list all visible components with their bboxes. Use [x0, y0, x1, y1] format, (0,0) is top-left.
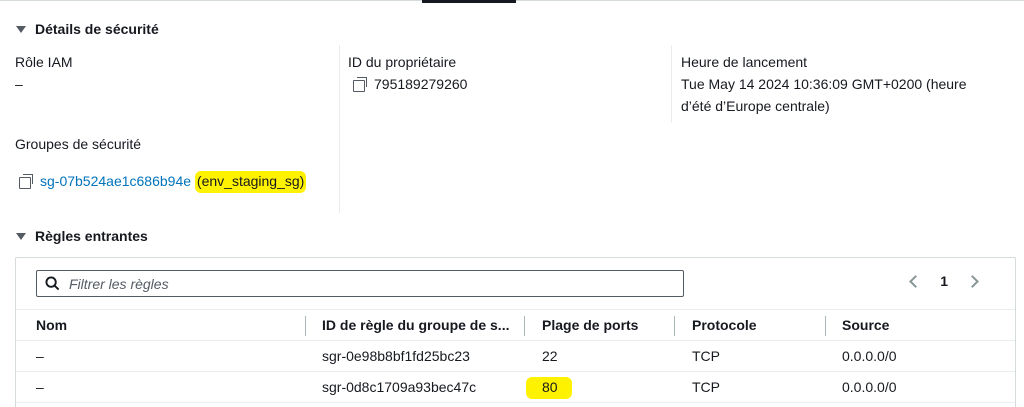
column-resizer[interactable]	[674, 316, 675, 336]
column-header-port-range[interactable]: Plage de ports	[542, 310, 638, 341]
security-details-header[interactable]: Détails de sécurité	[16, 21, 159, 37]
copy-icon[interactable]	[353, 77, 367, 92]
column-resizer[interactable]	[305, 316, 306, 336]
column-divider	[339, 45, 340, 213]
cell-port-range: 80	[526, 372, 572, 403]
owner-id-label: ID du propriétaire	[348, 54, 457, 70]
port-range-highlight: 80	[526, 377, 572, 397]
owner-id-text: 795189279260	[374, 76, 468, 92]
launch-time-label: Heure de lancement	[681, 54, 808, 70]
security-group-entry: sg-07b524ae1c686b94e (env_staging_sg)	[19, 170, 307, 192]
iam-role-label: Rôle IAM	[15, 54, 73, 70]
caret-down-icon	[16, 25, 26, 33]
cell-source: 0.0.0.0/0	[842, 379, 897, 395]
column-header-name[interactable]: Nom	[36, 310, 67, 341]
owner-id-value: 795189279260	[353, 73, 467, 95]
launch-time-value: Tue May 14 2024 10:36:09 GMT+0200 (heure…	[681, 73, 967, 117]
pagination: 1	[909, 273, 979, 289]
filter-input[interactable]	[69, 275, 683, 292]
column-header-source[interactable]: Source	[842, 310, 889, 341]
security-group-name: (env_staging_sg)	[194, 171, 307, 191]
active-tab-indicator	[422, 0, 516, 3]
caret-down-icon	[16, 232, 26, 240]
column-header-protocol[interactable]: Protocole	[692, 310, 757, 341]
cell-protocol: TCP	[692, 348, 720, 364]
column-resizer[interactable]	[524, 316, 525, 336]
cell-protocol: TCP	[692, 379, 720, 395]
iam-role-value: –	[15, 76, 23, 92]
inbound-rules-table: 1 Nom ID de règle du groupe de s... Plag…	[15, 257, 1016, 407]
cell-rule-id: sgr-0e98b8bf1fd25bc23	[322, 348, 470, 364]
security-details-title: Détails de sécurité	[35, 21, 159, 37]
inbound-rules-title: Règles entrantes	[35, 228, 148, 244]
current-page[interactable]: 1	[940, 273, 948, 289]
security-group-link[interactable]: sg-07b524ae1c686b94e	[40, 173, 191, 189]
cell-name: –	[36, 379, 44, 395]
cell-rule-id: sgr-0d8c1709a93bec47c	[322, 379, 477, 395]
table-row[interactable]: – sgr-0e98b8bf1fd25bc23 22 TCP 0.0.0.0/0	[16, 341, 1015, 372]
column-resizer[interactable]	[825, 316, 826, 336]
column-divider	[671, 45, 672, 123]
security-groups-label: Groupes de sécurité	[15, 136, 142, 152]
column-header-rule-id[interactable]: ID de règle du groupe de s...	[322, 310, 509, 341]
table-row[interactable]: – sgr-0d8c1709a93bec47c 80 TCP 0.0.0.0/0	[16, 372, 1015, 403]
cell-source: 0.0.0.0/0	[842, 348, 897, 364]
filter-box[interactable]	[36, 270, 684, 297]
cell-port-range: 22	[542, 348, 558, 364]
search-icon	[45, 276, 60, 291]
cell-name: –	[36, 348, 44, 364]
copy-icon[interactable]	[19, 174, 33, 189]
previous-page-icon[interactable]	[909, 274, 923, 288]
inbound-rules-header[interactable]: Règles entrantes	[16, 228, 148, 244]
next-page-icon[interactable]	[966, 274, 979, 288]
launch-time-line2: d’été d’Europe centrale)	[681, 98, 830, 114]
table-header: Nom ID de règle du groupe de s... Plage …	[16, 309, 1015, 341]
launch-time-line1: Tue May 14 2024 10:36:09 GMT+0200 (heure	[681, 76, 967, 92]
